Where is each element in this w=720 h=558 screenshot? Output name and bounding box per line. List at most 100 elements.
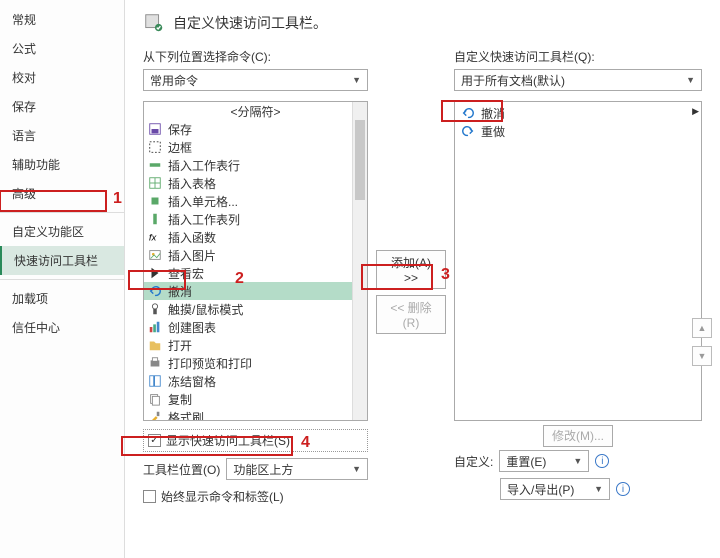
sidebar-item-customize-ribbon[interactable]: 自定义功能区 (0, 217, 124, 246)
list-item[interactable]: 冻结窗格▶ (144, 372, 367, 390)
page-title: 自定义快速访问工具栏。 (173, 13, 327, 33)
always-show-checkbox[interactable] (143, 490, 156, 503)
cell-icon (148, 194, 162, 208)
item-label: 打印预览和打印 (168, 355, 252, 372)
list-item[interactable]: 格式刷 (144, 408, 367, 420)
list-item[interactable]: 复制 (144, 390, 367, 408)
show-qat-label: 显示快速访问工具栏(S) (166, 432, 290, 449)
list-item[interactable]: 打印预览和打印 (144, 354, 367, 372)
item-label: 格式刷 (168, 409, 204, 421)
item-label: 插入工作表列 (168, 211, 240, 228)
undo-icon (148, 284, 162, 298)
main-panel: 自定义快速访问工具栏。 从下列位置选择命令(C): 常用命令 ▼ <分隔符>保存… (125, 0, 720, 558)
toolbar-pos-label: 工具栏位置(O) (143, 461, 220, 478)
import-export-combo[interactable]: 导入/导出(P)▼ (500, 478, 610, 500)
modify-button[interactable]: 修改(M)... (543, 425, 613, 447)
combo-value: 功能区上方 (233, 461, 293, 478)
chart-icon (148, 320, 162, 334)
remove-button[interactable]: << 删除(R) (376, 295, 446, 334)
sidebar-item-general[interactable]: 常规 (0, 5, 124, 34)
info-icon[interactable]: i (595, 454, 609, 468)
scrollbar[interactable] (352, 102, 367, 420)
commands-listbox[interactable]: <分隔符>保存边框▶插入工作表行插入表格插入单元格...插入工作表列 fx 插入函数… (143, 101, 368, 421)
redo-icon (461, 124, 475, 138)
sidebar-item-formulas[interactable]: 公式 (0, 34, 124, 63)
chevron-down-icon: ▼ (352, 75, 361, 85)
item-label: 冻结窗格 (168, 373, 216, 390)
list-item[interactable]: 插入图片 (144, 246, 367, 264)
save-icon (148, 122, 162, 136)
add-button[interactable]: 添加(A) >> (376, 250, 446, 289)
list-item[interactable]: 撤消 (457, 104, 699, 122)
choose-from-combo[interactable]: 常用命令 ▼ (143, 69, 368, 91)
item-label: 撤消 (481, 105, 505, 122)
list-item[interactable]: 边框▶ (144, 138, 367, 156)
pic-icon (148, 248, 162, 262)
item-label: 边框 (168, 139, 192, 156)
freeze-icon (148, 374, 162, 388)
chevron-down-icon: ▼ (594, 484, 603, 494)
always-show-label: 始终显示命令和标签(L) (161, 488, 284, 505)
sidebar-item-save[interactable]: 保存 (0, 92, 124, 121)
list-item[interactable]: fx 插入函数 (144, 228, 367, 246)
list-item[interactable]: 插入单元格... (144, 192, 367, 210)
item-label: 触摸/鼠标模式 (168, 301, 243, 318)
item-label: 创建图表 (168, 319, 216, 336)
list-item[interactable]: 查看宏▶ (144, 264, 367, 282)
undo-icon (461, 106, 475, 120)
chevron-down-icon: ▼ (573, 456, 582, 466)
list-item[interactable]: 重做 (457, 122, 699, 140)
brush-icon (148, 410, 162, 420)
macro-icon (148, 266, 162, 280)
sidebar: 常规 公式 校对 保存 语言 辅助功能 高级 自定义功能区 快速访问工具栏 加载… (0, 0, 125, 558)
svg-text:fx: fx (149, 233, 158, 244)
item-label: 重做 (481, 123, 505, 140)
chevron-down-icon: ▼ (686, 75, 695, 85)
choose-from-label: 从下列位置选择命令(C): (143, 48, 368, 65)
item-label: 插入图片 (168, 247, 216, 264)
border-icon (148, 140, 162, 154)
chevron-down-icon: ▼ (352, 464, 361, 474)
customize-qat-combo[interactable]: 用于所有文档(默认) ▼ (454, 69, 702, 91)
fx-icon: fx (148, 230, 162, 244)
item-label: 查看宏 (168, 265, 204, 282)
qat-icon (143, 12, 165, 34)
sidebar-item-qat[interactable]: 快速访问工具栏 (0, 246, 124, 275)
separator-header[interactable]: <分隔符> (144, 102, 367, 120)
customize-qat-label: 自定义快速访问工具栏(Q): (454, 48, 702, 65)
item-label: 复制 (168, 391, 192, 408)
show-qat-checkbox[interactable]: ✓ (148, 434, 161, 447)
info-icon[interactable]: i (616, 482, 630, 496)
sidebar-item-language[interactable]: 语言 (0, 121, 124, 150)
item-label: 插入函数 (168, 229, 216, 246)
list-item[interactable]: 撤消▶ (144, 282, 367, 300)
list-item[interactable]: 插入工作表行 (144, 156, 367, 174)
list-item[interactable]: 插入工作表列 (144, 210, 367, 228)
qat-listbox[interactable]: ▶ 撤消 重做 (454, 101, 702, 421)
list-item[interactable]: 创建图表 (144, 318, 367, 336)
reset-combo[interactable]: 重置(E)▼ (499, 450, 589, 472)
expand-icon: ▶ (692, 106, 699, 117)
sidebar-item-trust[interactable]: 信任中心 (0, 313, 124, 342)
sidebar-item-proofing[interactable]: 校对 (0, 63, 124, 92)
copy-icon (148, 392, 162, 406)
list-item[interactable]: 触摸/鼠标模式 (144, 300, 367, 318)
combo-value: 常用命令 (150, 72, 198, 89)
separator (0, 212, 124, 213)
sidebar-item-advanced[interactable]: 高级 (0, 179, 124, 208)
touch-icon (148, 302, 162, 316)
item-label: 打开 (168, 337, 192, 354)
sidebar-item-accessibility[interactable]: 辅助功能 (0, 150, 124, 179)
move-down-button[interactable]: ▼ (692, 346, 712, 366)
list-item[interactable]: 打开 (144, 336, 367, 354)
item-label: 插入单元格... (168, 193, 238, 210)
list-item[interactable]: 保存 (144, 120, 367, 138)
move-up-button[interactable]: ▲ (692, 318, 712, 338)
sidebar-item-addins[interactable]: 加载项 (0, 284, 124, 313)
col-icon (148, 212, 162, 226)
list-item[interactable]: 插入表格 (144, 174, 367, 192)
row-icon (148, 158, 162, 172)
toolbar-pos-combo[interactable]: 功能区上方 ▼ (226, 458, 368, 480)
item-label: 保存 (168, 121, 192, 138)
separator (0, 279, 124, 280)
